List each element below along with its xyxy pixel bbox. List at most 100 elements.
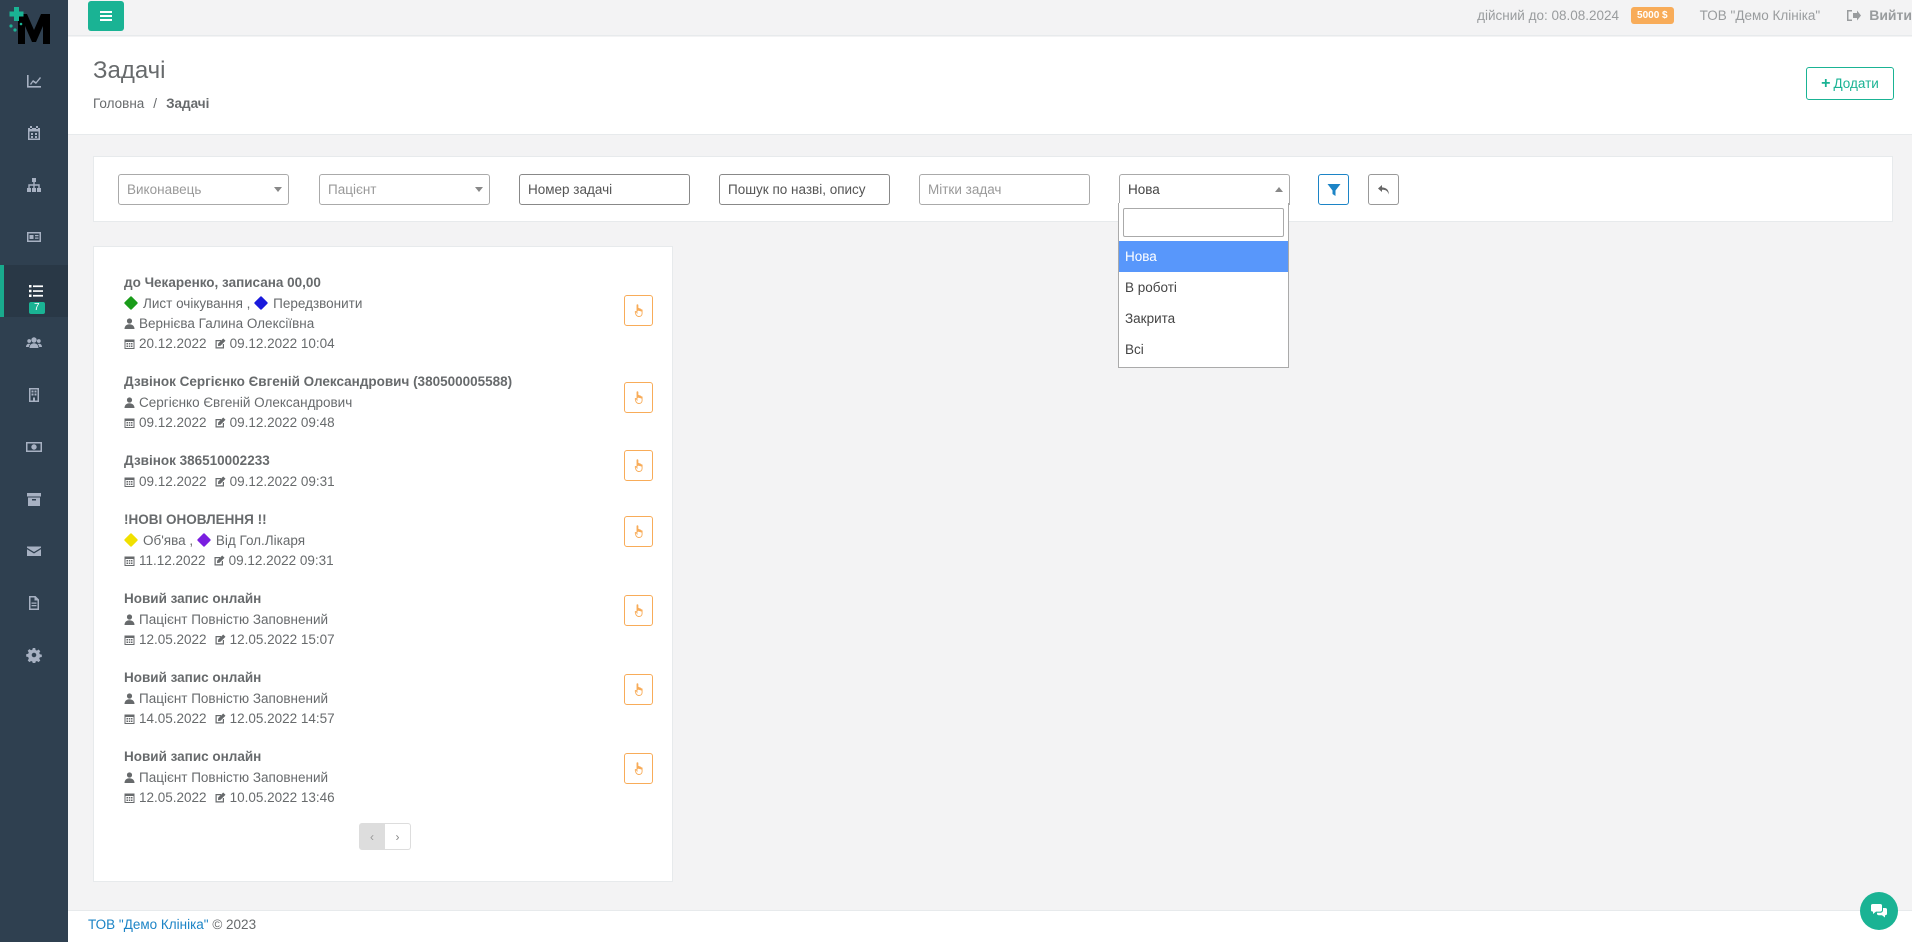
nav-analytics[interactable] [0, 55, 68, 107]
task-tags-input[interactable]: Мітки задач [919, 174, 1090, 205]
app-logo[interactable] [8, 4, 60, 48]
nav-archive[interactable] [0, 473, 68, 525]
breadcrumb: Головна / Задачі [93, 96, 209, 111]
reset-filter-button[interactable] [1368, 174, 1399, 205]
calendar-icon [124, 418, 135, 428]
task-item[interactable]: Новий запис онлайн Пацієнт Повністю Запо… [124, 747, 654, 807]
nav-cards[interactable] [0, 211, 68, 263]
apply-filter-button[interactable] [1318, 174, 1349, 205]
take-task-button[interactable] [624, 382, 653, 413]
nav-tasks[interactable]: 7 [0, 265, 68, 317]
undo-icon [1377, 184, 1389, 194]
task-item[interactable]: Дзвінок 386510002233 09.12.2022 09.12.20… [124, 450, 654, 491]
edit-icon [215, 634, 226, 644]
nav-finance[interactable] [0, 421, 68, 473]
next-page-button[interactable]: › [385, 823, 411, 850]
search-input[interactable]: Пошук по назві, опису [719, 174, 890, 205]
status-option[interactable]: Закрита [1119, 303, 1288, 334]
calendar-icon [124, 714, 135, 724]
top-navbar: дійсний до: 08.08.2024 5000 $ ТОВ "Демо … [68, 0, 1912, 36]
footer-company-link[interactable]: ТОВ "Демо Клініка" [88, 917, 209, 932]
menu-toggle-button[interactable] [88, 1, 124, 31]
task-due-date: 09.12.2022 [139, 473, 207, 489]
task-edited-date: 10.05.2022 13:46 [229, 789, 335, 805]
hand-pointer-icon [634, 304, 643, 317]
filter-bar: Виконавець Пацієнт Номер задачі Пошук по… [93, 156, 1893, 222]
task-dates-line: 12.05.2022 12.05.2022 15:07 [124, 629, 654, 649]
calendar-icon [124, 556, 135, 566]
task-tag-label: Об'ява [143, 532, 186, 548]
task-item[interactable]: Новий запис онлайн Пацієнт Повністю Запо… [124, 589, 654, 649]
task-due-date: 09.12.2022 [139, 414, 207, 430]
edit-icon [215, 338, 226, 348]
chat-widget-button[interactable] [1860, 892, 1898, 930]
status-select[interactable]: Нова [1119, 174, 1290, 205]
nav-calendar[interactable] [0, 107, 68, 159]
task-tags: Лист очікування , Передзвонити [123, 293, 654, 313]
settings-icon [26, 648, 42, 663]
task-title: !НОВІ ОНОВЛЕННЯ !! [124, 512, 267, 527]
breadcrumb-home-link[interactable]: Головна [93, 96, 144, 111]
dropdown-search-input[interactable] [1123, 208, 1284, 237]
task-item[interactable]: Дзвінок Сергієнко Євгеній Олександрович … [124, 372, 654, 432]
tasks-list-icon [29, 285, 43, 297]
task-person: Пацієнт Повністю Заповнений [139, 690, 329, 706]
nav-building[interactable] [0, 369, 68, 421]
envelope-icon [27, 546, 41, 556]
take-task-button[interactable] [624, 674, 653, 705]
breadcrumb-current: Задачі [166, 96, 210, 111]
logout-link[interactable]: Вийти [1846, 7, 1912, 23]
filter-icon [1327, 183, 1340, 196]
task-edited-date: 09.12.2022 09:31 [229, 473, 335, 489]
nav-users[interactable] [0, 317, 68, 369]
task-edited-date: 09.12.2022 10:04 [229, 335, 335, 351]
task-dates-line: 20.12.2022 09.12.2022 10:04 [124, 333, 654, 353]
add-task-button[interactable]: + Додати [1806, 67, 1894, 100]
tag-icon [254, 295, 269, 311]
task-due-date: 14.05.2022 [139, 710, 207, 726]
edit-icon [215, 792, 226, 802]
clinic-name: ТОВ "Демо Клініка" [1699, 7, 1821, 23]
task-title: Новий запис онлайн [124, 670, 262, 685]
task-person-line: Пацієнт Повністю Заповнений [124, 688, 654, 708]
task-due-date: 12.05.2022 [139, 631, 207, 647]
nav-messages[interactable] [0, 525, 68, 577]
task-title: Дзвінок Сергієнко Євгеній Олександрович … [124, 374, 513, 389]
task-title: Новий запис онлайн [124, 749, 262, 764]
top-right-info: дійсний до: 08.08.2024 5000 $ ТОВ "Демо … [1477, 0, 1912, 30]
take-task-button[interactable] [624, 450, 653, 481]
task-person-line: Пацієнт Повністю Заповнений [124, 767, 654, 787]
task-person-line: Сергієнко Євгеній Олександрович [124, 392, 654, 412]
prev-page-button[interactable]: ‹ [359, 823, 385, 850]
task-item[interactable]: до Чекаренко, записана 00,00 Лист очікув… [123, 273, 654, 353]
status-option[interactable]: Нова [1119, 241, 1288, 272]
task-title: Новий запис онлайн [124, 591, 262, 606]
status-option[interactable]: В роботі [1119, 272, 1288, 303]
task-dates-line: 09.12.2022 09.12.2022 09:48 [124, 412, 654, 432]
take-task-button[interactable] [624, 295, 653, 326]
nav-settings[interactable] [0, 629, 68, 681]
user-icon [124, 613, 135, 625]
nav-documents[interactable] [0, 577, 68, 629]
page-heading: Задачі Головна / Задачі + Додати [68, 37, 1912, 135]
add-task-label: Додати [1833, 76, 1879, 91]
chevron-down-icon [475, 187, 483, 192]
nav-structure[interactable] [0, 159, 68, 211]
task-person: Пацієнт Повністю Заповнений [139, 611, 329, 627]
task-edited-date: 09.12.2022 09:48 [229, 414, 335, 430]
take-task-button[interactable] [624, 516, 653, 547]
executor-select[interactable]: Виконавець [118, 174, 289, 205]
balance-badge[interactable]: 5000 $ [1631, 6, 1674, 24]
task-number-input[interactable]: Номер задачі [519, 174, 690, 205]
status-option[interactable]: Всі [1119, 334, 1288, 365]
take-task-button[interactable] [624, 595, 653, 626]
take-task-button[interactable] [624, 753, 653, 784]
hand-pointer-icon [634, 604, 643, 617]
calendar-icon [124, 635, 135, 645]
task-item[interactable]: Новий запис онлайн Пацієнт Повністю Запо… [124, 668, 654, 728]
task-title: Дзвінок 386510002233 [124, 453, 270, 468]
user-icon [124, 692, 135, 704]
task-item[interactable]: !НОВІ ОНОВЛЕННЯ !! Об'ява , Від Гол.Ліка… [123, 510, 654, 570]
task-person: Вернієва Галина Олексіївна [139, 315, 315, 331]
patient-select[interactable]: Пацієнт [319, 174, 490, 205]
